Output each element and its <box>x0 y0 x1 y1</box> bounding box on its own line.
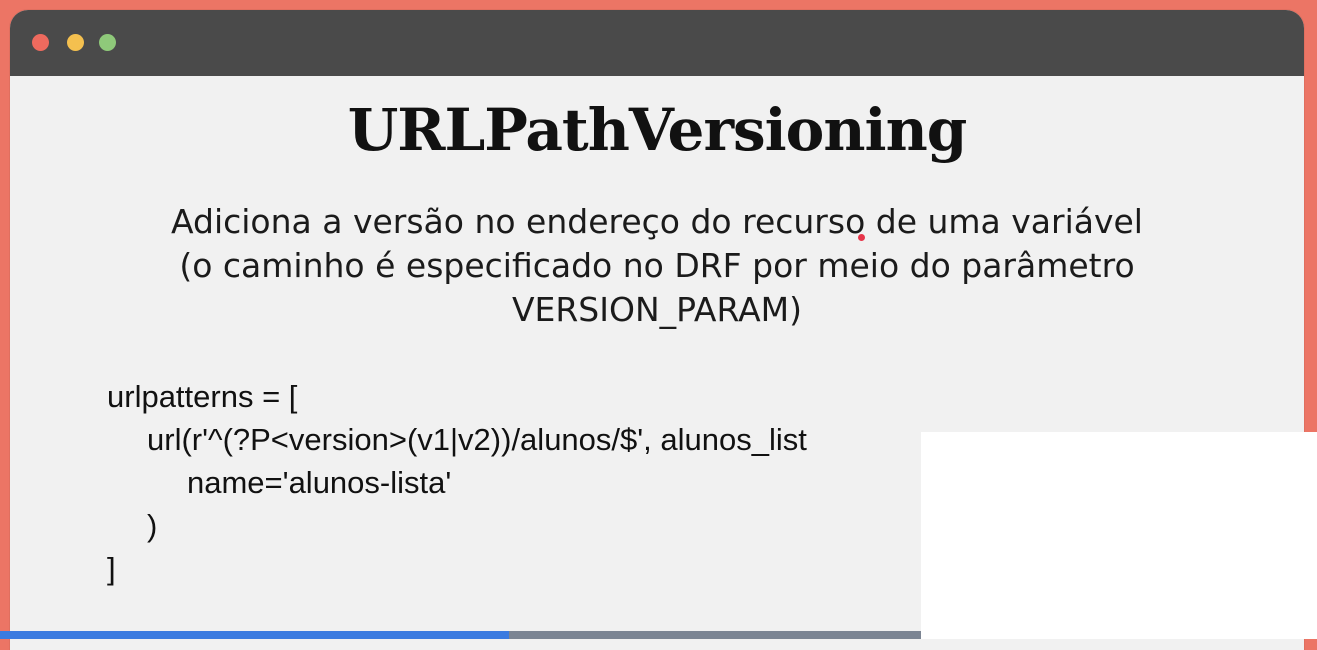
video-progress-played <box>0 631 510 639</box>
video-progress-bar[interactable] <box>0 631 921 639</box>
code-line: ) <box>147 508 158 543</box>
code-block: urlpatterns = [ url(r'^(?P<version>(v1|v… <box>107 375 807 590</box>
code-line: url(r'^(?P<version>(v1|v2))/alunos/$', a… <box>147 422 807 457</box>
video-overlay-panel <box>921 432 1317 639</box>
description-line: (o caminho é especificado no DRF por mei… <box>179 246 1135 285</box>
code-line: urlpatterns = [ <box>107 379 298 414</box>
close-dot-icon <box>32 34 49 51</box>
slide-description: Adiciona a versão no endereço do recurso… <box>10 200 1304 332</box>
slide-title: URLPathVersioning <box>347 96 968 164</box>
maximize-dot-icon <box>99 34 116 51</box>
pointer-dot-icon <box>858 234 865 241</box>
description-line: VERSION_PARAM) <box>511 290 803 329</box>
code-line: name='alunos-lista' <box>187 465 452 500</box>
code-line: ] <box>107 551 116 586</box>
description-line: Adiciona a versão no endereço do recurso… <box>171 202 1143 241</box>
minimize-dot-icon <box>67 34 84 51</box>
window-titlebar <box>10 10 1304 76</box>
